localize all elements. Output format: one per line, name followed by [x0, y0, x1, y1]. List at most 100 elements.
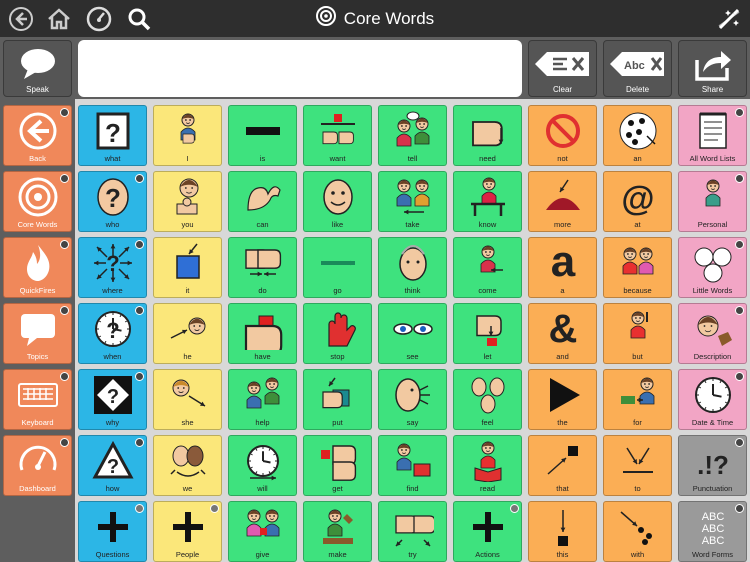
word-button-how[interactable]: ? how	[78, 435, 147, 496]
word-button-tell[interactable]: tell	[378, 105, 447, 166]
svg-text:?: ?	[105, 183, 121, 213]
word-label: help	[255, 418, 270, 427]
word-button-can[interactable]: can	[228, 171, 297, 232]
word-button-description[interactable]: Description	[678, 303, 747, 364]
word-button-what[interactable]: ? what	[78, 105, 147, 166]
folder-badge-icon	[60, 240, 69, 249]
word-button-a[interactable]: aa	[528, 237, 597, 298]
word-button-with[interactable]: with	[603, 501, 672, 562]
delete-button[interactable]: Abc Delete	[603, 40, 672, 97]
word-button-who[interactable]: ? who	[78, 171, 147, 232]
word-button-personal[interactable]: Personal	[678, 171, 747, 232]
word-label: the	[557, 418, 568, 427]
word-button-see[interactable]: see	[378, 303, 447, 364]
word-button-why[interactable]: ? why	[78, 369, 147, 430]
word-button-people[interactable]: People	[153, 501, 222, 562]
word-button-help[interactable]: help	[228, 369, 297, 430]
word-button-find[interactable]: find	[378, 435, 447, 496]
strong-arm-icon	[246, 186, 281, 211]
word-button-want[interactable]: want	[303, 105, 372, 166]
undo-badge-icon	[510, 504, 519, 513]
word-button-but[interactable]: but	[603, 303, 672, 364]
nav-back[interactable]: Back	[3, 105, 72, 166]
word-button-come[interactable]: come	[453, 237, 522, 298]
nav-topics[interactable]: Topics	[3, 303, 72, 364]
word-button-we[interactable]: we	[153, 435, 222, 496]
word-label: it	[185, 286, 190, 295]
word-button-he[interactable]: he	[153, 303, 222, 364]
word-button-give[interactable]: give	[228, 501, 297, 562]
word-symbol	[529, 175, 596, 219]
word-button-get[interactable]: get	[303, 435, 372, 496]
share-button[interactable]: Share	[678, 40, 747, 97]
word-button-word-forms[interactable]: ABC ABC ABC Word Forms	[678, 501, 747, 562]
word-label: who	[105, 220, 120, 229]
word-button-she[interactable]: she	[153, 369, 222, 430]
word-button-read[interactable]: read	[453, 435, 522, 496]
word-button-an[interactable]: an	[603, 105, 672, 166]
word-button-say[interactable]: say	[378, 369, 447, 430]
word-label: take	[405, 220, 420, 229]
word-button-take[interactable]: take	[378, 171, 447, 232]
nav-keyboard[interactable]: Keyboard	[3, 369, 72, 430]
try-hands-icon	[394, 515, 434, 547]
word-button-make[interactable]: make	[303, 501, 372, 562]
word-button-more[interactable]: more	[528, 171, 597, 232]
word-button-do[interactable]: do	[228, 237, 297, 298]
word-button-think[interactable]: think	[378, 237, 447, 298]
word-button-feel[interactable]: feel	[453, 369, 522, 430]
nav-quickfires[interactable]: QuickFires	[3, 237, 72, 298]
word-button-it[interactable]: it	[153, 237, 222, 298]
word-forms-icon: ABCABCABC	[701, 511, 724, 547]
word-button-i[interactable]: I	[153, 105, 222, 166]
word-button-this[interactable]: this	[528, 501, 597, 562]
word-button-is[interactable]: is	[228, 105, 297, 166]
word-button-date-time[interactable]: Date & Time	[678, 369, 747, 430]
word-button-to[interactable]: to	[603, 435, 672, 496]
nav-core-words[interactable]: Core Words	[3, 171, 72, 232]
word-symbol	[604, 505, 671, 549]
word-button-and[interactable]: & and	[528, 303, 597, 364]
word-button-stop[interactable]: stop	[303, 303, 372, 364]
word-button-little-words[interactable]: Little Words	[678, 237, 747, 298]
word-button-at[interactable]: @ at	[603, 171, 672, 232]
word-label: not	[557, 154, 568, 163]
clear-button[interactable]: Clear	[528, 40, 597, 97]
word-button-that[interactable]: that	[528, 435, 597, 496]
word-button-all-word-lists[interactable]: All Word Lists	[678, 105, 747, 166]
word-button-when[interactable]: ? when	[78, 303, 147, 364]
word-label: Date & Time	[691, 418, 734, 427]
word-button-have[interactable]: have	[228, 303, 297, 364]
nav-dashboard[interactable]: Dashboard	[3, 435, 72, 496]
word-button-the[interactable]: the	[528, 369, 597, 430]
word-button-for[interactable]: for	[603, 369, 672, 430]
put-hands-icon	[321, 377, 349, 409]
message-window[interactable]	[78, 40, 522, 97]
smile-face-icon	[322, 179, 353, 215]
word-symbol	[529, 439, 596, 483]
word-button-like[interactable]: like	[303, 171, 372, 232]
word-button-actions[interactable]: Actions	[453, 501, 522, 562]
word-button-try[interactable]: try	[378, 501, 447, 562]
word-label: stop	[330, 352, 345, 361]
word-button-not[interactable]: not	[528, 105, 597, 166]
speak-button[interactable]: Speak	[3, 40, 72, 97]
word-button-you[interactable]: you	[153, 171, 222, 232]
word-button-because[interactable]: because	[603, 237, 672, 298]
edit-wand-icon[interactable]	[714, 4, 744, 34]
he-face-icon	[170, 317, 205, 339]
word-button-put[interactable]: put	[303, 369, 372, 430]
undo-badge-icon	[135, 504, 144, 513]
word-button-where[interactable]: ? where	[78, 237, 147, 298]
word-label: with	[630, 550, 645, 559]
word-button-questions[interactable]: Questions	[78, 501, 147, 562]
word-button-punctuation[interactable]: .!? Punctuation	[678, 435, 747, 496]
word-label: like	[331, 220, 344, 229]
more-pile-icon	[545, 179, 580, 210]
word-button-know[interactable]: know	[453, 171, 522, 232]
word-button-will[interactable]: will	[228, 435, 297, 496]
word-button-go[interactable]: go	[303, 237, 372, 298]
folder-badge-icon	[135, 306, 144, 315]
word-button-need[interactable]: need	[453, 105, 522, 166]
word-button-let[interactable]: let	[453, 303, 522, 364]
